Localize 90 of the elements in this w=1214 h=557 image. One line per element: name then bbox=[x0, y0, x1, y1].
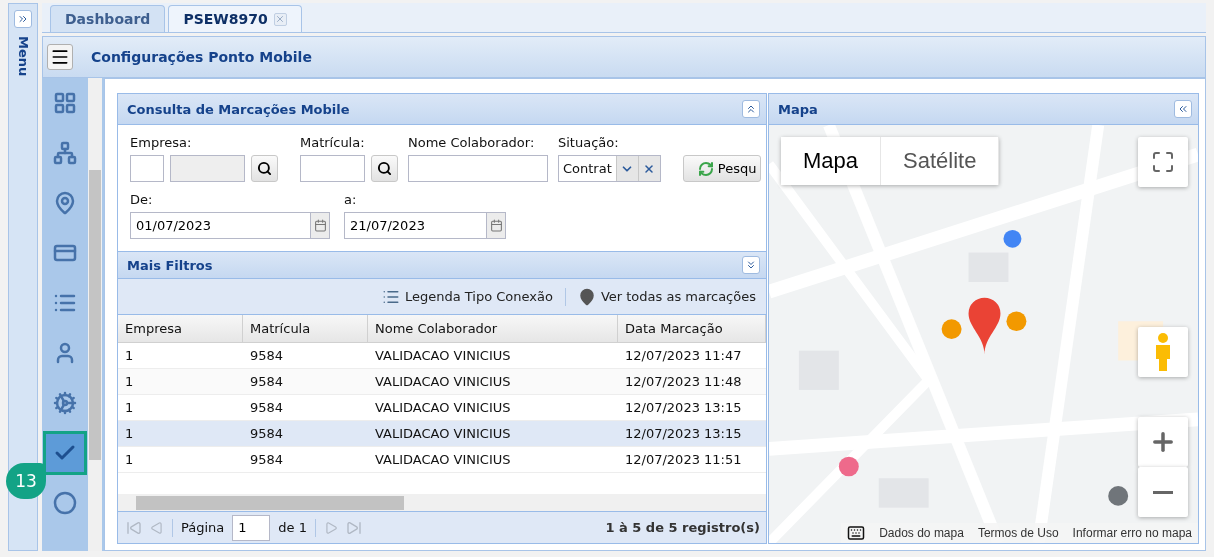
column-header[interactable]: Empresa bbox=[118, 315, 243, 343]
menu-button[interactable] bbox=[47, 44, 73, 70]
tab-label: PSEW8970 bbox=[183, 11, 268, 27]
map-pin-icon bbox=[53, 191, 77, 215]
select-field[interactable]: Contrat bbox=[558, 155, 661, 182]
field-label: Empresa: bbox=[130, 135, 193, 150]
toolbar-button[interactable]: Ver todas as marcações bbox=[575, 287, 758, 306]
fullscreen-button[interactable] bbox=[1138, 137, 1188, 187]
map-type-button[interactable]: Mapa bbox=[781, 137, 882, 185]
expand-button[interactable] bbox=[14, 10, 32, 28]
date-field[interactable]: 01/07/2023 bbox=[130, 212, 310, 239]
collapse-button[interactable] bbox=[1174, 100, 1192, 118]
table-cell: 1 bbox=[118, 369, 243, 395]
scroll-thumb[interactable] bbox=[89, 169, 101, 460]
page-title: Configurações Ponto Mobile bbox=[91, 49, 312, 65]
footer-link[interactable]: Dados do mapa bbox=[879, 526, 964, 540]
table-cell: 9584 bbox=[243, 369, 368, 395]
calendar-icon bbox=[313, 219, 327, 232]
page-field[interactable]: 1 bbox=[232, 514, 271, 541]
menu-label[interactable]: Menu bbox=[15, 36, 31, 77]
close-button[interactable] bbox=[273, 12, 287, 26]
step-tooltip: 13 bbox=[6, 463, 46, 499]
gear-icon bbox=[53, 391, 77, 415]
zoom-in-button[interactable] bbox=[1138, 417, 1188, 467]
nav-item[interactable] bbox=[46, 434, 84, 472]
table-cell: VALIDACAO VINICIUS bbox=[368, 421, 618, 447]
field-label: De: bbox=[130, 192, 154, 207]
footer-link[interactable]: Informar erro no mapa bbox=[1072, 526, 1192, 540]
field-label: Situação: bbox=[558, 135, 620, 150]
minus-icon bbox=[1153, 490, 1173, 494]
tab[interactable]: PSEW8970 bbox=[168, 5, 302, 32]
fullscreen-icon bbox=[1151, 150, 1175, 174]
table-cell: 12/07/2023 11:48 bbox=[618, 369, 766, 395]
map-type-button[interactable]: Satélite bbox=[881, 137, 1000, 185]
search-button[interactable] bbox=[251, 155, 278, 182]
footer-link[interactable]: Termos de Uso bbox=[977, 526, 1059, 540]
table-cell: 9584 bbox=[243, 421, 368, 447]
input-field[interactable] bbox=[408, 155, 548, 182]
tab[interactable]: Dashboard bbox=[50, 5, 166, 32]
search-icon bbox=[257, 161, 272, 176]
calendar-button[interactable] bbox=[310, 212, 330, 239]
table-cell: 12/07/2023 13:15 bbox=[618, 421, 766, 447]
first-page-icon[interactable] bbox=[126, 519, 142, 536]
column-header[interactable]: Nome Colaborador bbox=[368, 315, 618, 343]
street-view-button[interactable] bbox=[1138, 327, 1188, 377]
toolbar-button[interactable]: Legenda Tipo Conexão bbox=[379, 287, 555, 306]
chevrons-left-icon bbox=[1177, 103, 1189, 115]
grid-icon bbox=[53, 91, 77, 115]
menu-icon bbox=[50, 47, 70, 67]
input-field[interactable] bbox=[170, 155, 245, 182]
close-icon bbox=[275, 14, 286, 24]
input-field[interactable] bbox=[300, 155, 365, 182]
field-label: a: bbox=[344, 192, 358, 207]
last-page-icon[interactable] bbox=[345, 519, 362, 536]
keyboard-icon[interactable] bbox=[847, 524, 866, 542]
chevrons-right-icon bbox=[17, 13, 29, 25]
network-icon bbox=[53, 141, 77, 165]
column-header[interactable]: Data Marcação bbox=[618, 315, 766, 343]
search-button[interactable] bbox=[371, 155, 398, 182]
field-label: Matrícula: bbox=[300, 135, 366, 150]
collapse-button[interactable] bbox=[742, 100, 760, 118]
search-button[interactable]: Pesqu bbox=[682, 155, 762, 182]
table-cell: VALIDACAO VINICIUS bbox=[368, 369, 618, 395]
field-label: Nome Colaborador: bbox=[408, 135, 536, 150]
record-summary: 1 à 5 de 5 registro(s) bbox=[605, 520, 760, 535]
column-header[interactable]: Matrícula bbox=[243, 315, 368, 343]
page-count: de 1 bbox=[278, 520, 307, 535]
clear-icon[interactable] bbox=[637, 156, 660, 181]
search-icon bbox=[377, 161, 392, 176]
map-pin-icon bbox=[577, 287, 596, 306]
refresh-icon bbox=[697, 160, 714, 177]
table-cell: 1 bbox=[118, 421, 243, 447]
tab-label: Dashboard bbox=[65, 11, 151, 27]
dropdown-icon[interactable] bbox=[615, 156, 638, 181]
previous-page-icon[interactable] bbox=[150, 520, 164, 535]
scroll-thumb[interactable] bbox=[136, 495, 404, 510]
expand-button[interactable] bbox=[742, 256, 760, 274]
panel-title: Consulta de Marcações Mobile bbox=[127, 101, 350, 117]
chevrons-down-icon bbox=[745, 259, 757, 271]
calendar-button[interactable] bbox=[486, 212, 506, 239]
page-label: Página bbox=[181, 520, 225, 535]
input-field[interactable] bbox=[130, 155, 164, 182]
calendar-icon bbox=[489, 219, 503, 232]
panel-title: Mapa bbox=[778, 101, 818, 117]
date-field[interactable]: 21/07/2023 bbox=[344, 212, 486, 239]
circle-icon bbox=[53, 491, 77, 515]
chevrons-up-icon bbox=[745, 103, 757, 115]
panel-title: Mais Filtros bbox=[127, 257, 213, 273]
zoom-out-button[interactable] bbox=[1138, 467, 1188, 517]
next-page-icon[interactable] bbox=[323, 520, 338, 535]
